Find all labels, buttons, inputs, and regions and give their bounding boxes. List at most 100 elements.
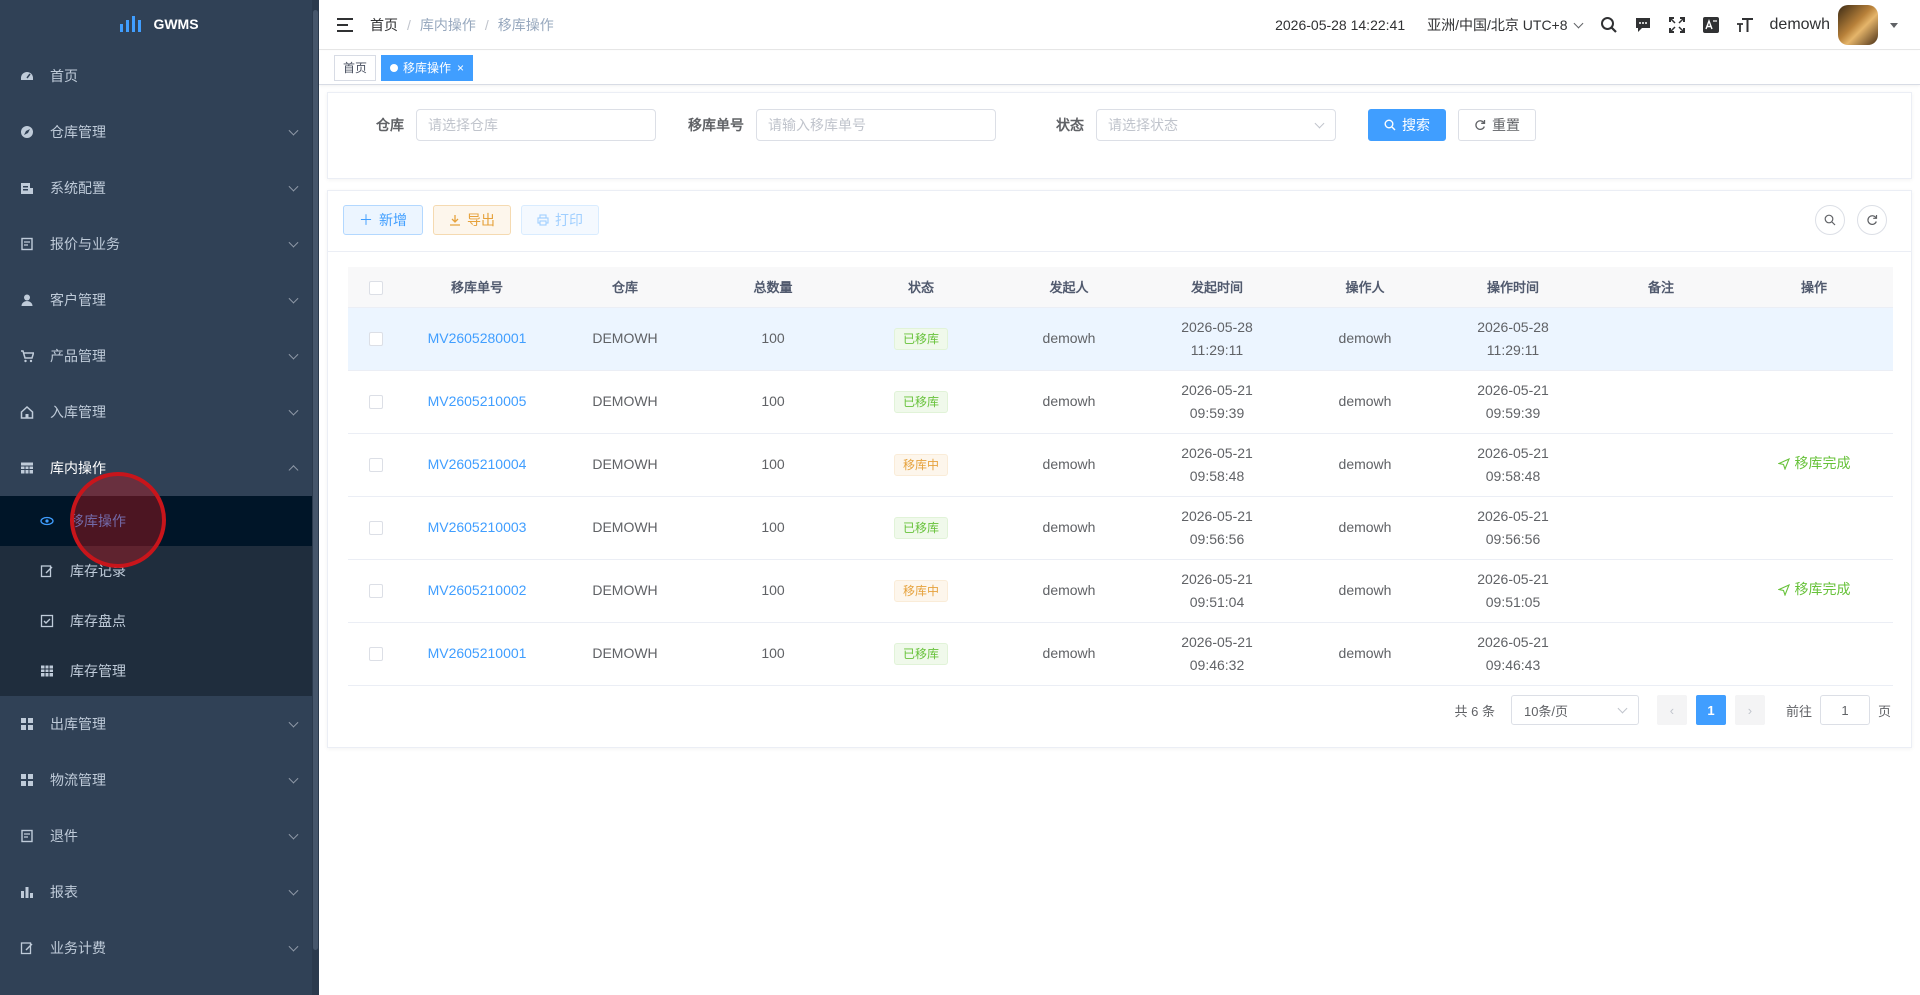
row-checkbox[interactable]: [368, 458, 383, 473]
translate-icon[interactable]: [1694, 0, 1728, 50]
sidebar-item-inbound[interactable]: 入库管理: [0, 384, 319, 440]
order-number-input[interactable]: [768, 117, 984, 133]
next-page-button[interactable]: ›: [1734, 695, 1765, 725]
sidebar-item-returns[interactable]: 退件: [0, 808, 319, 864]
print-button[interactable]: 打印: [521, 205, 599, 235]
toggle-search-button[interactable]: [1815, 205, 1845, 235]
sidebar-subitem-label: 库存管理: [70, 663, 126, 679]
sidebar-subitem-stock-management[interactable]: 库存管理: [0, 646, 319, 696]
tag-home[interactable]: 首页: [334, 54, 377, 81]
sidebar-item-product[interactable]: 产品管理: [0, 328, 319, 384]
font-size-icon[interactable]: [1728, 0, 1762, 50]
complete-transfer-link[interactable]: 移库完成: [1777, 578, 1851, 601]
row-checkbox[interactable]: [368, 584, 383, 599]
caret-down-icon[interactable]: [1890, 22, 1898, 28]
complete-transfer-link[interactable]: 移库完成: [1777, 452, 1851, 475]
column-header[interactable]: 发起人: [995, 267, 1143, 308]
column-header[interactable]: 发起时间: [1143, 267, 1291, 308]
table-row[interactable]: MV2605210002 DEMOWH 100 移库中 demowh 2026-05-21…: [348, 559, 1893, 623]
sidebar-item-quotation[interactable]: 报价与业务: [0, 216, 319, 272]
add-button[interactable]: ＋ 新增: [343, 205, 423, 235]
order-number-field[interactable]: [756, 109, 996, 141]
column-header[interactable]: 仓库: [551, 267, 699, 308]
sidebar-item-reports[interactable]: 报表: [0, 864, 319, 920]
sidebar-item-home[interactable]: 首页: [0, 48, 319, 104]
row-checkbox[interactable]: [368, 332, 383, 347]
warehouse-filter: 仓库: [376, 109, 656, 141]
tag-transfer[interactable]: 移库操作 ×: [381, 54, 474, 81]
warehouse-cell: DEMOWH: [551, 433, 699, 497]
column-header[interactable]: 操作时间: [1439, 267, 1587, 308]
goto-page-input[interactable]: 1: [1819, 695, 1870, 725]
warehouse-select[interactable]: [416, 109, 656, 141]
sidebar-item-in-warehouse-ops[interactable]: 库内操作: [0, 440, 319, 496]
sidebar-item-warehouse[interactable]: 仓库管理: [0, 104, 319, 160]
status-input[interactable]: [1108, 117, 1324, 133]
operate-time-cell: 2026-05-21 09:58:48: [1439, 433, 1587, 497]
action-cell: 移库完成: [1735, 559, 1893, 623]
hamburger-icon[interactable]: [337, 17, 355, 32]
row-checkbox[interactable]: [368, 521, 383, 536]
search-button[interactable]: 搜索: [1368, 109, 1446, 141]
column-header[interactable]: 操作: [1735, 267, 1893, 308]
status-select[interactable]: [1096, 109, 1336, 141]
chart-icon: [20, 885, 34, 899]
refresh-table-button[interactable]: [1857, 205, 1887, 235]
table-icon: [20, 461, 34, 475]
export-button[interactable]: 导出: [433, 205, 511, 235]
warehouse-cell: DEMOWH: [551, 370, 699, 434]
sidebar-item-billing[interactable]: 业务计费: [0, 920, 319, 976]
column-header[interactable]: 备注: [1587, 267, 1735, 308]
select-all-checkbox[interactable]: [368, 280, 383, 295]
sidebar-item-system-config[interactable]: 系统配置: [0, 160, 319, 216]
username[interactable]: demowh: [1770, 16, 1830, 34]
close-icon[interactable]: ×: [457, 56, 464, 80]
sidebar-item-customer[interactable]: 客户管理: [0, 272, 319, 328]
sidebar-subitem-transfer[interactable]: 移库操作: [0, 496, 319, 546]
operate-time-cell: 2026-05-21 09:51:05: [1439, 559, 1587, 623]
sidebar-subitem-stocktake[interactable]: 库存盘点: [0, 596, 319, 646]
fullscreen-icon[interactable]: [1660, 0, 1694, 50]
page-size-select[interactable]: 10条/页: [1510, 695, 1639, 725]
reset-button[interactable]: 重置: [1458, 109, 1536, 141]
order-number-link[interactable]: MV2605280001: [428, 330, 527, 346]
sidebar-item-logistics[interactable]: 物流管理: [0, 752, 319, 808]
avatar[interactable]: [1838, 5, 1878, 45]
breadcrumb-home[interactable]: 首页: [370, 15, 398, 35]
app-logo[interactable]: GWMS: [0, 0, 319, 48]
search-icon[interactable]: [1592, 0, 1626, 50]
order-number-link[interactable]: MV2605210001: [428, 645, 527, 661]
row-checkbox[interactable]: [368, 647, 383, 662]
row-checkbox[interactable]: [368, 395, 383, 410]
table-row[interactable]: MV2605210001 DEMOWH 100 已移库 demowh 2026-05-21…: [348, 622, 1893, 686]
table-row[interactable]: MV2605210005 DEMOWH 100 已移库 demowh 2026-05-21…: [348, 370, 1893, 434]
timezone-select[interactable]: 亚洲/中国/北京 UTC+8: [1427, 15, 1583, 35]
column-header[interactable]: 移库单号: [403, 267, 551, 308]
order-number-link[interactable]: MV2605210004: [428, 456, 527, 472]
order-number-link[interactable]: MV2605210005: [428, 393, 527, 409]
create-time-cell: 2026-05-21 09:56:56: [1143, 496, 1291, 560]
sidebar-item-label: 报价与业务: [50, 236, 120, 252]
create-time-cell: 2026-05-21 09:59:39: [1143, 370, 1291, 434]
table-row[interactable]: MV2605210003 DEMOWH 100 已移库 demowh 2026-05-21…: [348, 496, 1893, 560]
table-row[interactable]: MV2605280001 DEMOWH 100 已移库 demowh 2026-05-28…: [348, 307, 1893, 371]
warehouse-input[interactable]: [428, 117, 644, 133]
message-icon[interactable]: [1626, 0, 1660, 50]
config-icon: [20, 181, 34, 195]
sidebar-subitem-stock-records[interactable]: 库存记录: [0, 546, 319, 596]
order-number-cell: MV2605210001: [403, 622, 551, 686]
eye-icon: [40, 514, 54, 528]
column-header[interactable]: 状态: [847, 267, 995, 308]
page-number-current[interactable]: 1: [1695, 695, 1726, 725]
order-number-link[interactable]: MV2605210003: [428, 519, 527, 535]
sidebar-item-outbound[interactable]: 出库管理: [0, 696, 319, 752]
page-suffix: 页: [1877, 703, 1891, 719]
column-header[interactable]: 总数量: [699, 267, 847, 308]
table-row[interactable]: MV2605210004 DEMOWH 100 移库中 demowh 2026-05-21…: [348, 433, 1893, 497]
column-header[interactable]: 操作人: [1291, 267, 1439, 308]
operate-time-cell: 2026-05-21 09:59:39: [1439, 370, 1587, 434]
breadcrumb-item: 库内操作: [419, 16, 476, 33]
prev-page-button[interactable]: ‹: [1656, 695, 1687, 725]
toolbar-divider: [328, 251, 1911, 252]
order-number-link[interactable]: MV2605210002: [428, 582, 527, 598]
